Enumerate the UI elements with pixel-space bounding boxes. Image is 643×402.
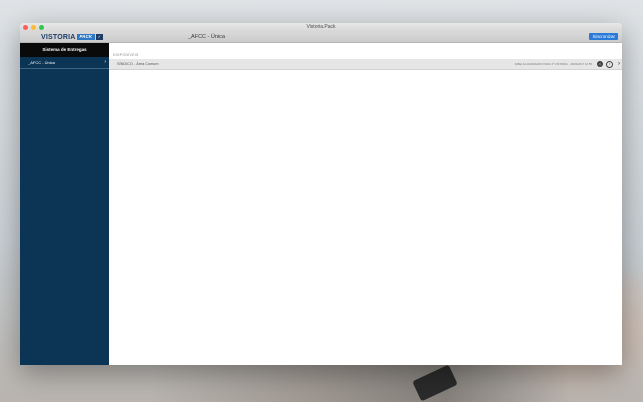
- logo-mark-icon: ✓: [95, 34, 103, 40]
- window-controls: [23, 25, 44, 30]
- zoom-window-button[interactable]: [39, 25, 44, 30]
- list-item-label: SÍNDICO - Área Comum: [117, 62, 159, 66]
- title-bar: Vistoria.Pack: [20, 23, 622, 32]
- info-icon[interactable]: i: [606, 61, 613, 68]
- report-icon[interactable]: ⎙: [597, 61, 603, 67]
- background-blur-2: [150, 360, 570, 402]
- main-content: DISPONÍVEIS SÍNDICO - Área Comum [CBE] A…: [109, 43, 622, 365]
- chevron-right-icon[interactable]: ›: [618, 59, 620, 69]
- app-window: Vistoria.Pack VISTORIA PACK ✓ _AFCC - Ún…: [20, 23, 622, 365]
- logo-word: VISTORIA: [41, 33, 76, 41]
- app-logo: VISTORIA PACK ✓: [41, 33, 103, 41]
- window-title: Vistoria.Pack: [306, 24, 336, 30]
- sidebar-item-label: _AFCC - Única: [28, 60, 55, 65]
- minimize-window-button[interactable]: [31, 25, 36, 30]
- section-label: DISPONÍVEIS: [113, 53, 139, 57]
- project-title: _AFCC - Única: [188, 34, 225, 40]
- toolbar: VISTORIA PACK ✓ _AFCC - Única Sincroniza…: [20, 32, 622, 43]
- sync-button[interactable]: Sincronizar: [589, 33, 618, 40]
- sidebar: Sistema de Entregas _AFCC - Única ›: [20, 43, 109, 365]
- sidebar-header: Sistema de Entregas: [20, 43, 109, 57]
- chevron-right-icon: ›: [104, 59, 106, 65]
- list-item[interactable]: SÍNDICO - Área Comum [CBE] AGUARDANDO PA…: [109, 59, 622, 70]
- sidebar-item-project[interactable]: _AFCC - Única ›: [20, 57, 109, 69]
- logo-tag: PACK: [76, 34, 95, 40]
- list-item-status: [CBE] AGUARDANDO PARA 1ª VISTORIA · 29/0…: [514, 62, 592, 66]
- close-window-button[interactable]: [23, 25, 28, 30]
